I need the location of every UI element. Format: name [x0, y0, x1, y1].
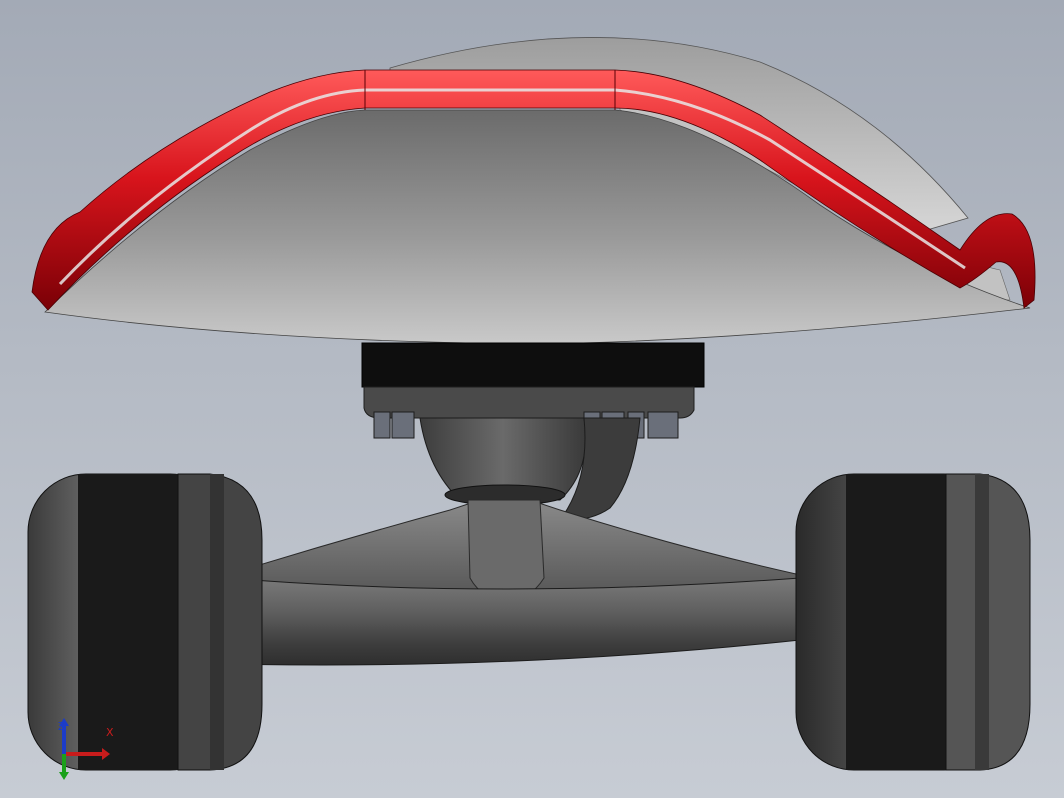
cad-graphics-viewport[interactable]: X Z: [0, 0, 1064, 798]
triad-x-label: X: [106, 726, 114, 739]
right-wheel: [795, 473, 1031, 771]
riser-pad: [361, 342, 705, 388]
triad-z-label: Z: [58, 720, 66, 733]
triad-x-arrow-icon: [102, 748, 110, 760]
coordinate-triad: X Z: [58, 718, 114, 780]
triad-y-arrow-icon: [59, 772, 69, 780]
truck-axle: [225, 577, 801, 666]
truck-hanger-center: [467, 499, 545, 601]
skateboard-model-front-view[interactable]: [0, 0, 1064, 798]
